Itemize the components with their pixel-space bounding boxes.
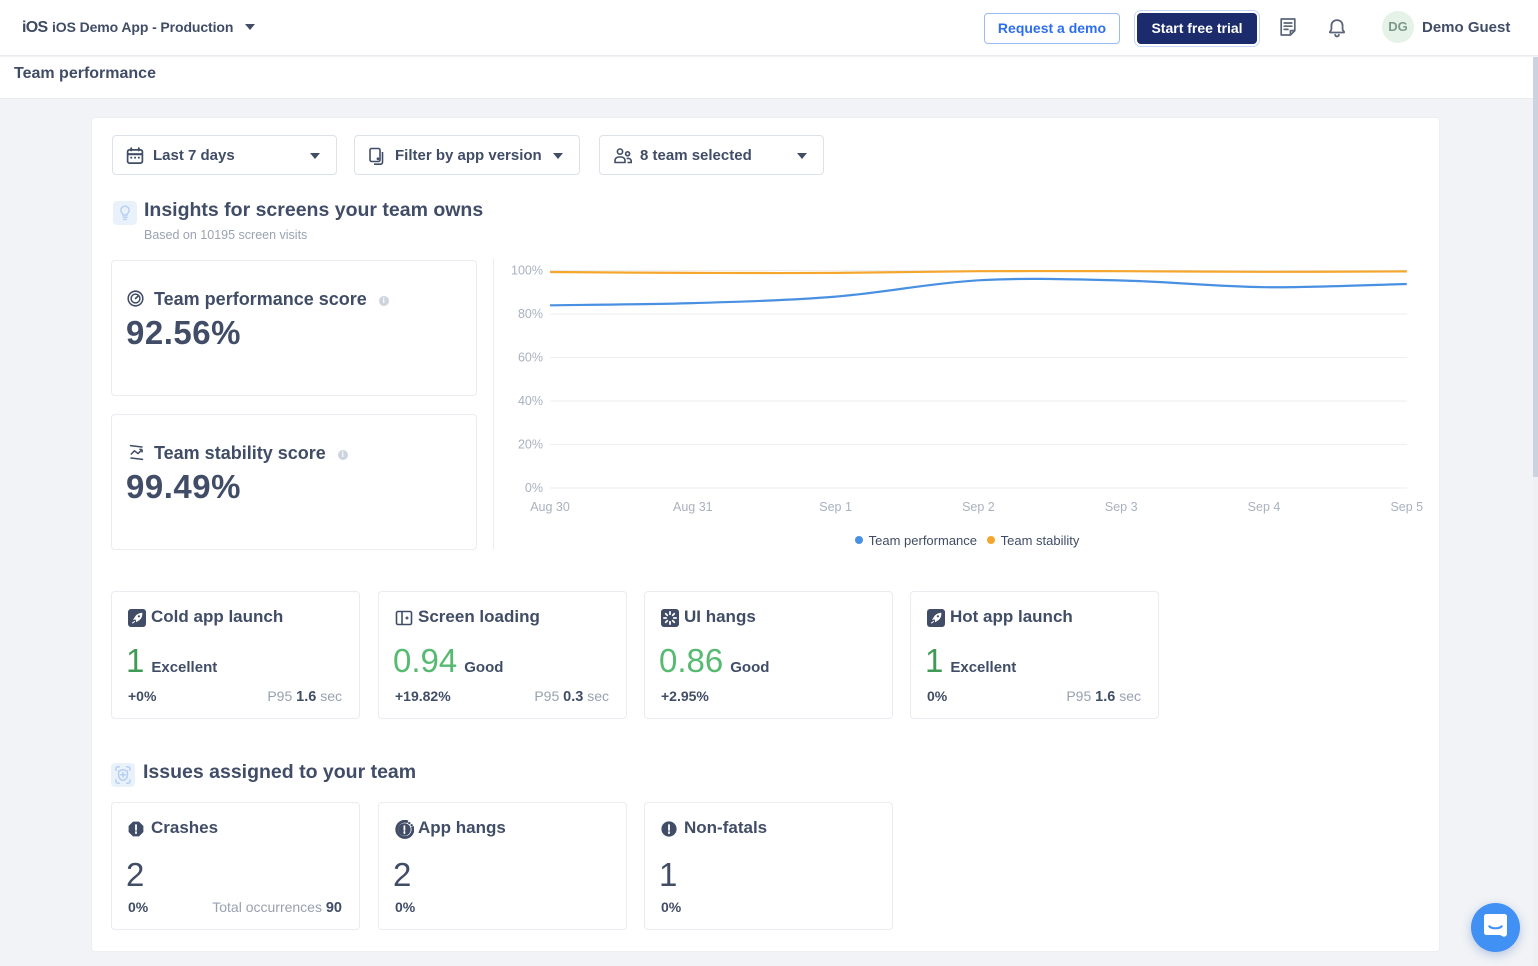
- svg-text:Sep 1: Sep 1: [819, 500, 852, 514]
- svg-text:0%: 0%: [525, 481, 543, 495]
- svg-text:Aug 31: Aug 31: [673, 500, 713, 514]
- svg-text:80%: 80%: [518, 307, 543, 321]
- svg-text:Sep 4: Sep 4: [1248, 500, 1281, 514]
- svg-text:Sep 2: Sep 2: [962, 500, 995, 514]
- svg-text:Sep 5: Sep 5: [1390, 500, 1423, 514]
- svg-text:40%: 40%: [518, 394, 543, 408]
- svg-text:Aug 30: Aug 30: [530, 500, 570, 514]
- svg-text:20%: 20%: [518, 438, 543, 452]
- svg-text:100%: 100%: [511, 264, 543, 278]
- svg-text:Sep 3: Sep 3: [1105, 500, 1138, 514]
- svg-text:60%: 60%: [518, 351, 543, 365]
